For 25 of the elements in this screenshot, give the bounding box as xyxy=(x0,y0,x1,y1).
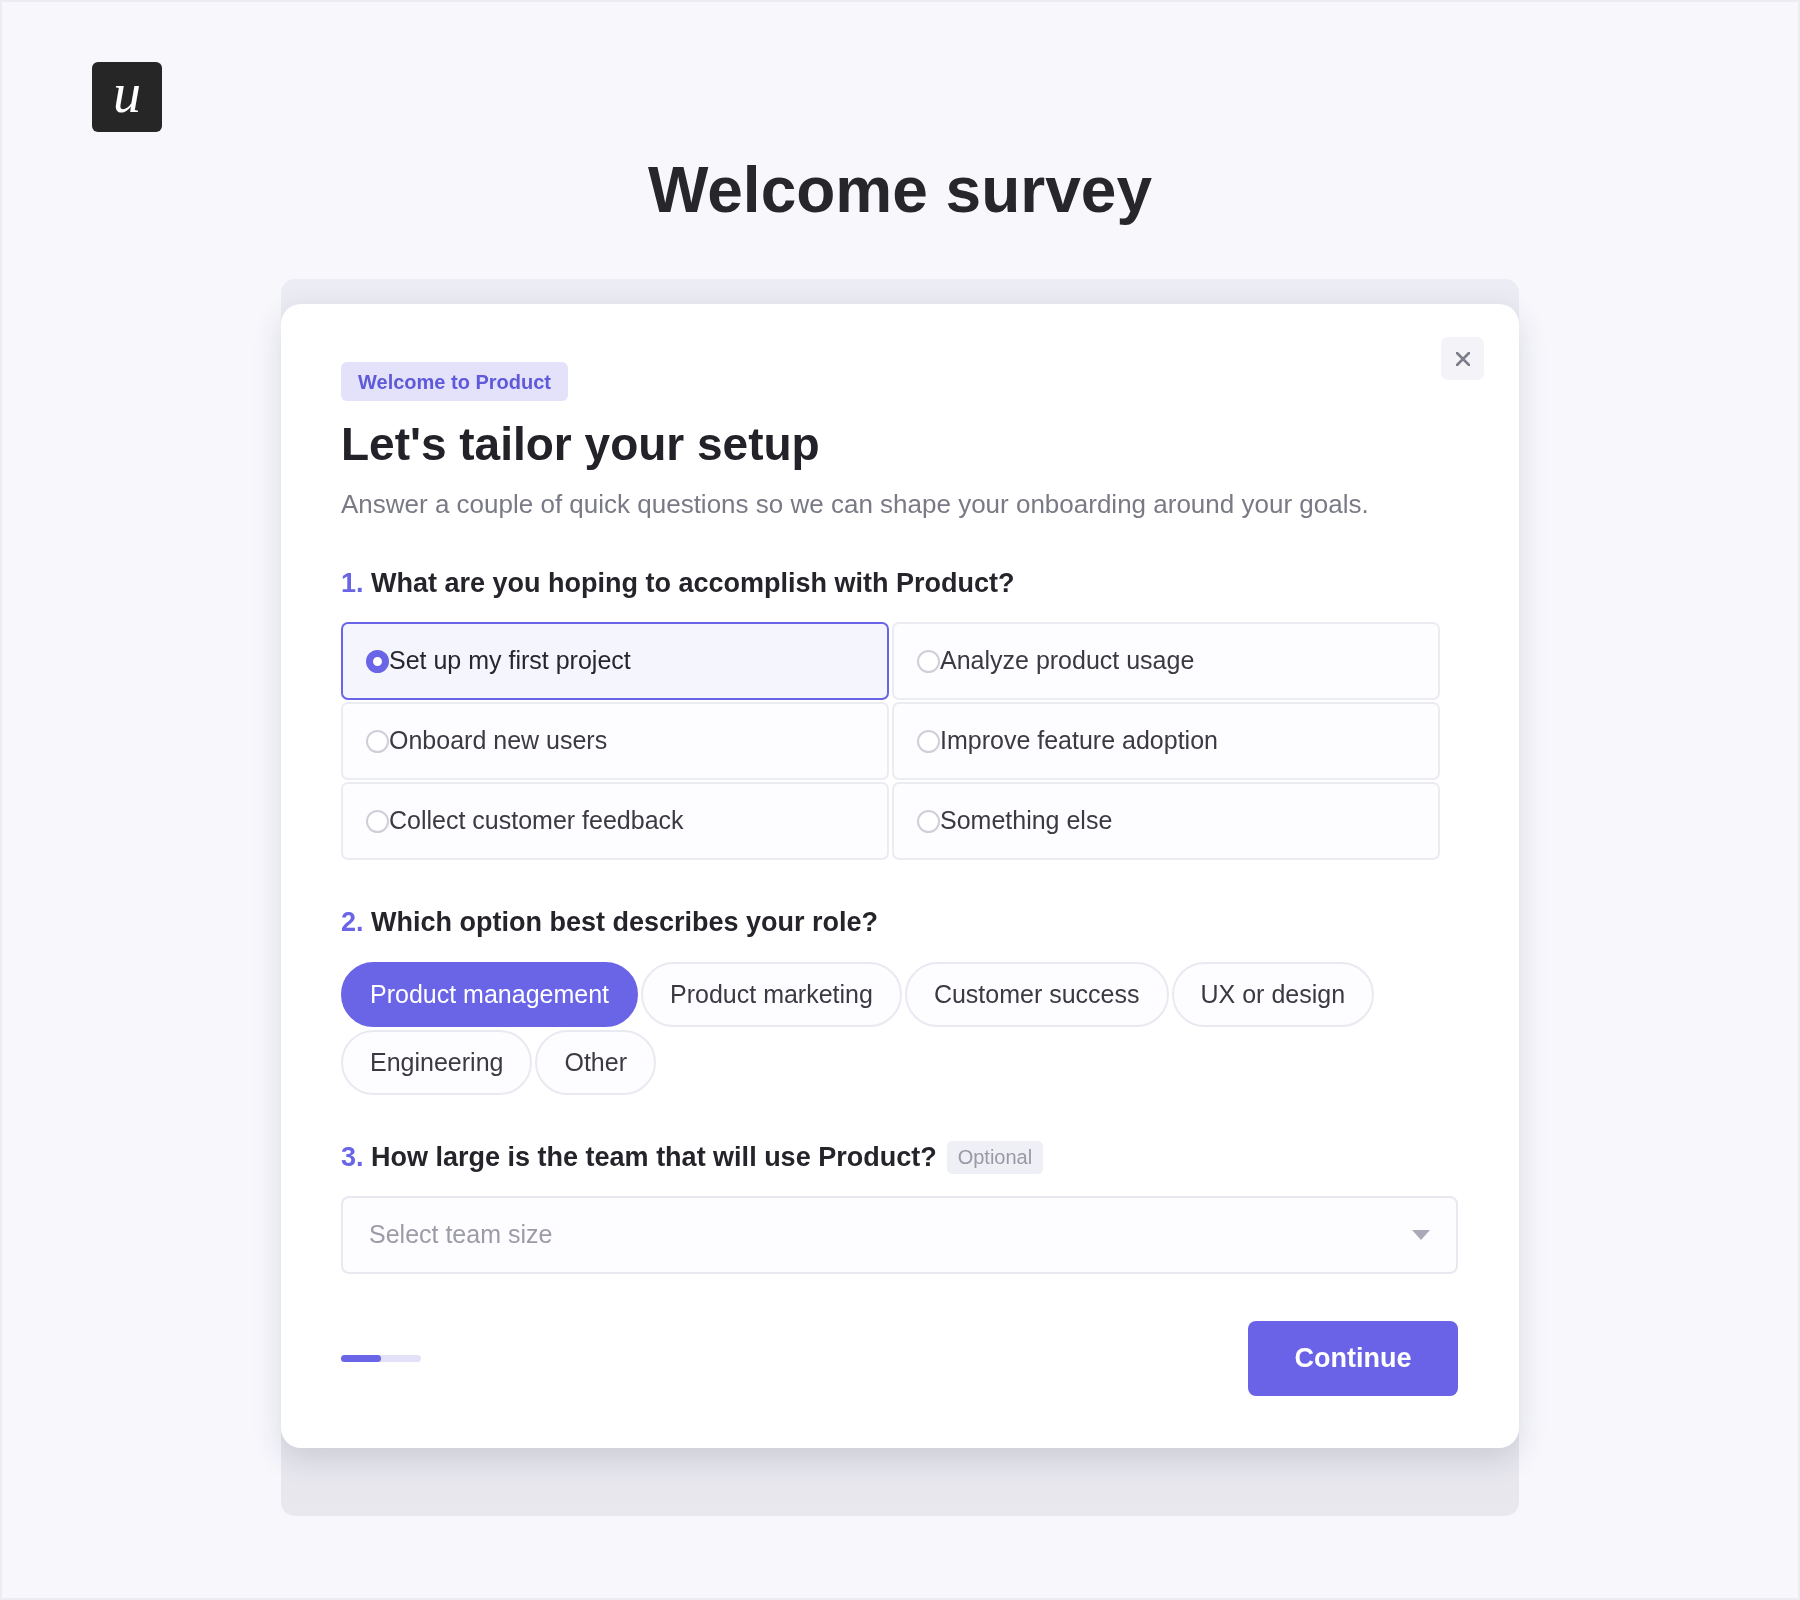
continue-button[interactable]: Continue xyxy=(1248,1321,1458,1396)
welcome-badge: Welcome to Product xyxy=(341,362,568,401)
option-button[interactable]: Collect customer feedback xyxy=(341,782,889,860)
option-button[interactable]: Set up my first project xyxy=(341,622,889,700)
question-heading: 2. Which option best describes your role? xyxy=(341,906,879,939)
logo: u xyxy=(92,62,162,132)
role-pill[interactable]: Other xyxy=(535,1030,656,1095)
role-pill[interactable]: UX or design xyxy=(1171,962,1375,1027)
card-title: Let's tailor your setup xyxy=(341,417,821,472)
question-heading: 3. How large is the team that will use Product? xyxy=(341,1141,937,1174)
role-pill[interactable]: Product marketing xyxy=(641,962,902,1027)
role-pill[interactable]: Product management xyxy=(341,962,639,1027)
page-title: Welcome survey xyxy=(648,154,1152,226)
close-icon xyxy=(1455,351,1470,366)
option-button[interactable]: Analyze product usage xyxy=(892,622,1440,700)
option-button[interactable]: Something else xyxy=(892,782,1440,860)
option-button[interactable]: Improve feature adoption xyxy=(892,702,1440,780)
optional-tag: Optional xyxy=(946,1140,1044,1174)
role-pill[interactable]: Customer success xyxy=(904,962,1169,1027)
question-heading: 1. What are you hoping to accomplish with Product? xyxy=(341,567,1015,600)
option-button[interactable]: Onboard new users xyxy=(341,702,889,780)
role-pill[interactable]: Engineering xyxy=(341,1030,533,1095)
card-subtitle: Answer a couple of quick questions so we can shape your onboarding around your goals. xyxy=(341,488,1370,521)
close-button[interactable] xyxy=(1441,337,1484,380)
caret-icon xyxy=(1412,1230,1430,1240)
